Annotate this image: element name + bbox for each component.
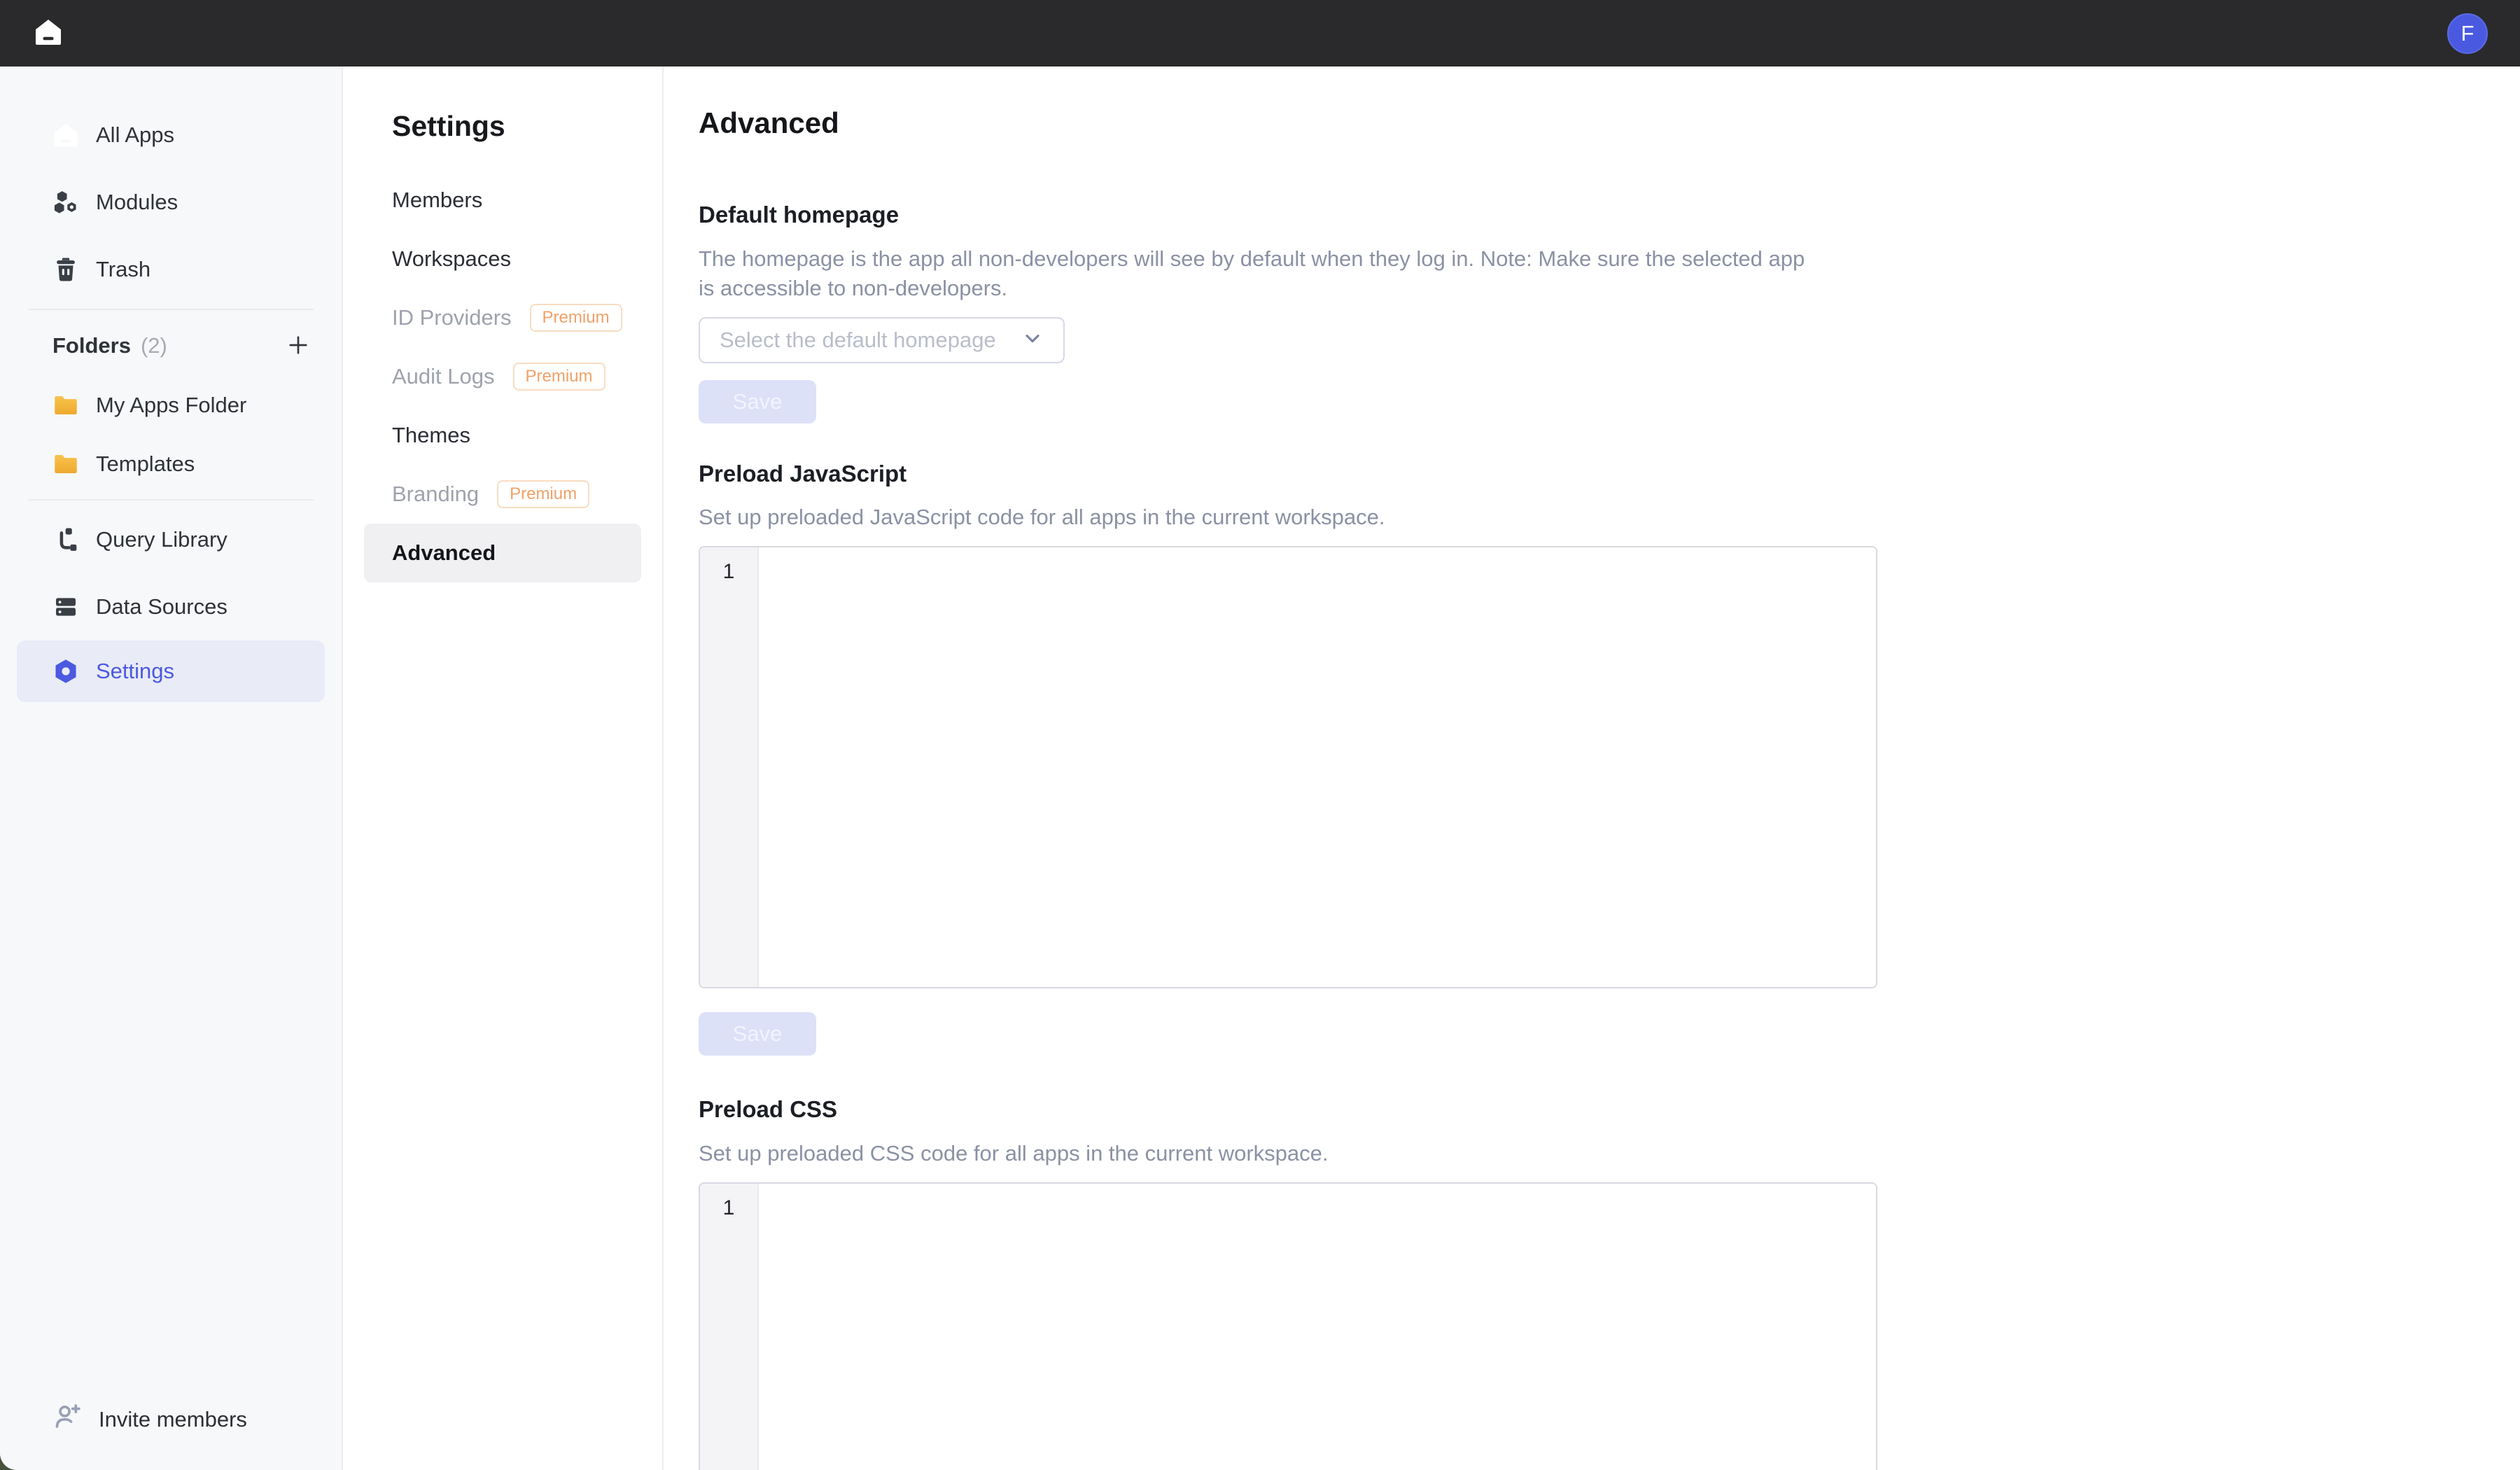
sidebar: All Apps Modules [0, 66, 343, 1470]
save-preload-js-button[interactable]: Save [699, 1012, 816, 1056]
settings-nav-list: Members Workspaces ID Providers Premium … [343, 171, 662, 582]
settings-nav-item-workspaces[interactable]: Workspaces [364, 230, 641, 288]
sidebar-item-label: Modules [96, 190, 178, 215]
folder-icon [51, 391, 80, 420]
settings-nav-item-members[interactable]: Members [364, 171, 641, 230]
preload-css-code-area[interactable] [759, 1184, 1876, 1470]
section-description: The homepage is the app all non-develope… [699, 244, 1819, 303]
folders-header: Folders (2) [0, 316, 342, 376]
settings-nav-item-branding[interactable]: Branding Premium [364, 465, 641, 524]
line-number: 1 [723, 1196, 735, 1219]
settings-icon [51, 657, 80, 686]
folder-icon [51, 449, 80, 479]
sidebar-item-query-library[interactable]: Query Library [0, 506, 342, 573]
sidebar-item-settings[interactable]: Settings [17, 640, 325, 702]
sidebar-item-all-apps[interactable]: All Apps [0, 102, 342, 169]
preload-javascript-section: Preload JavaScript Set up preloaded Java… [699, 460, 2520, 1056]
add-folder-button[interactable] [286, 332, 311, 360]
save-homepage-button[interactable]: Save [699, 380, 816, 424]
sidebar-item-label: All Apps [96, 122, 174, 148]
sidebar-item-label: Data Sources [96, 594, 227, 620]
premium-badge: Premium [530, 304, 622, 332]
line-number-gutter: 1 [700, 1184, 759, 1470]
settings-nav-item-label: Advanced [392, 540, 496, 566]
sidebar-item-label: Query Library [96, 527, 227, 552]
section-description: Set up preloaded CSS code for all apps i… [699, 1139, 1819, 1168]
settings-nav-item-label: ID Providers [392, 305, 512, 330]
data-sources-icon [51, 592, 80, 622]
settings-nav-title: Settings [392, 110, 662, 143]
section-heading: Preload CSS [699, 1096, 2520, 1124]
home-icon [32, 16, 64, 50]
sidebar-item-label: Settings [96, 659, 174, 684]
default-homepage-select[interactable]: Select the default homepage [699, 317, 1065, 363]
section-heading: Default homepage [699, 201, 2520, 229]
folders-label: Folders [52, 333, 131, 358]
sidebar-folder-templates[interactable]: Templates [0, 435, 342, 493]
chevron-down-icon [1021, 327, 1044, 353]
modules-icon [51, 188, 80, 217]
folders-count: (2) [141, 333, 167, 358]
app-window: F All Apps Modules [0, 0, 2520, 1470]
line-number: 1 [723, 560, 735, 583]
settings-nav-item-label: Branding [392, 482, 479, 507]
invite-members-label: Invite members [99, 1407, 247, 1432]
settings-nav-item-audit-logs[interactable]: Audit Logs Premium [364, 347, 641, 406]
sidebar-divider [28, 499, 314, 500]
default-homepage-section: Default homepage The homepage is the app… [699, 201, 2520, 423]
preload-css-section: Preload CSS Set up preloaded CSS code fo… [699, 1096, 2520, 1470]
section-heading: Preload JavaScript [699, 460, 2520, 488]
settings-nav-item-themes[interactable]: Themes [364, 406, 641, 465]
trash-icon [51, 255, 80, 284]
settings-nav: Settings Members Workspaces ID Providers… [343, 66, 664, 1470]
topbar: F [0, 0, 2520, 66]
premium-badge: Premium [497, 480, 589, 508]
avatar-initial: F [2461, 21, 2474, 46]
folder-item-label: My Apps Folder [96, 393, 246, 418]
settings-nav-item-label: Audit Logs [392, 364, 495, 389]
plus-icon [286, 332, 311, 360]
preload-js-code-area[interactable] [759, 547, 1876, 987]
sidebar-item-trash[interactable]: Trash [0, 236, 342, 303]
folder-item-label: Templates [96, 451, 195, 477]
page-title: Advanced [699, 106, 2520, 141]
settings-nav-item-label: Themes [392, 423, 470, 448]
sidebar-item-label: Trash [96, 257, 150, 282]
sidebar-folder-my-apps[interactable]: My Apps Folder [0, 376, 342, 435]
home-button[interactable] [32, 16, 64, 50]
person-plus-icon [51, 1401, 83, 1438]
settings-nav-item-advanced[interactable]: Advanced [364, 524, 641, 582]
invite-members-button[interactable]: Invite members [0, 1394, 342, 1445]
sidebar-divider [28, 309, 314, 310]
main-content: Advanced Default homepage The homepage i… [664, 66, 2520, 1470]
avatar[interactable]: F [2447, 13, 2488, 54]
home-icon [51, 120, 80, 150]
settings-nav-item-label: Members [392, 188, 482, 213]
premium-badge: Premium [513, 363, 606, 391]
query-library-icon [51, 525, 80, 554]
preload-css-editor[interactable]: 1 [699, 1182, 1877, 1470]
line-number-gutter: 1 [700, 547, 759, 987]
sidebar-item-modules[interactable]: Modules [0, 169, 342, 236]
sidebar-item-data-sources[interactable]: Data Sources [0, 573, 342, 640]
settings-nav-item-label: Workspaces [392, 246, 511, 272]
settings-nav-item-id-providers[interactable]: ID Providers Premium [364, 288, 641, 347]
preload-js-editor[interactable]: 1 [699, 546, 1877, 988]
select-placeholder: Select the default homepage [720, 328, 996, 353]
section-description: Set up preloaded JavaScript code for all… [699, 503, 1819, 532]
